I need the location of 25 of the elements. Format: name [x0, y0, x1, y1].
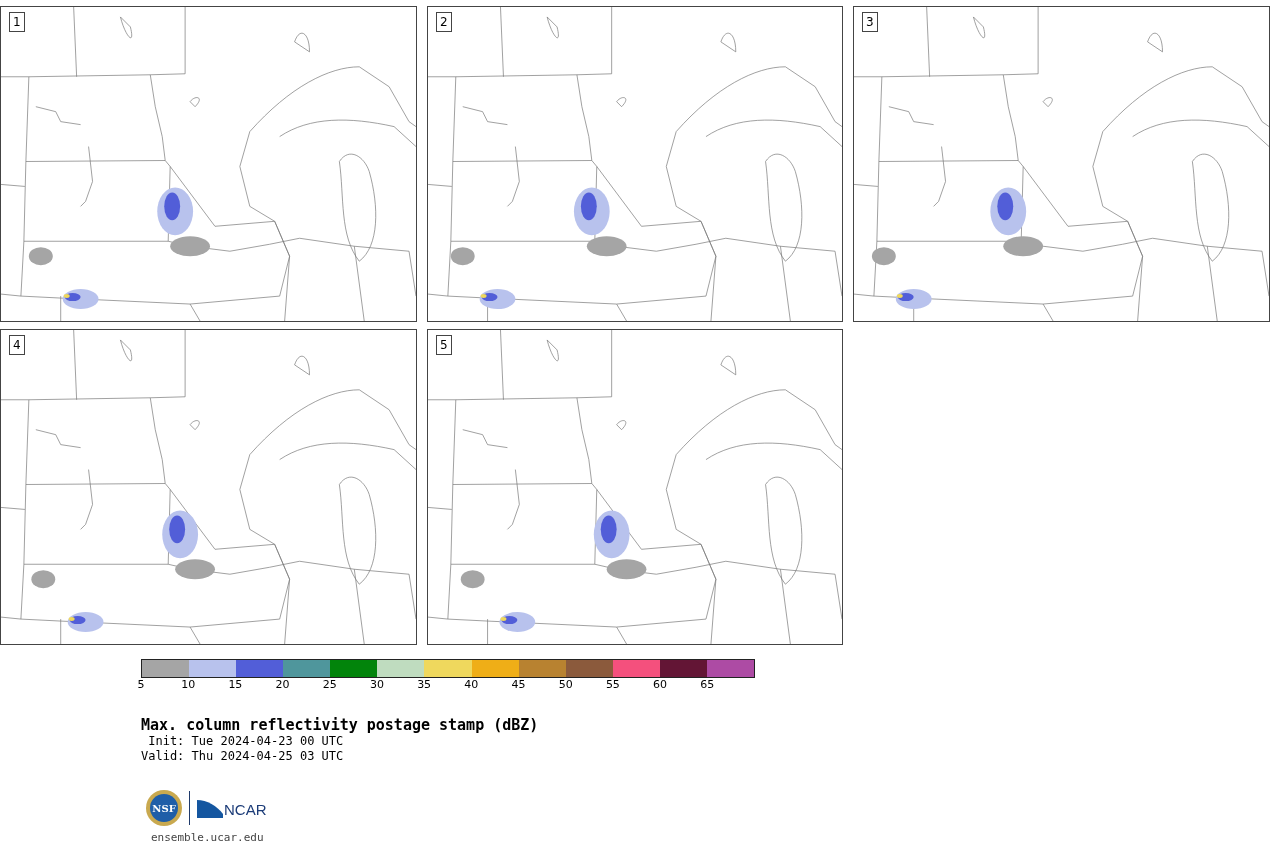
panel-number: 3	[862, 12, 878, 32]
scale-tick-label: 30	[368, 678, 385, 692]
valid-time: Valid: Thu 2024-04-25 03 UTC	[141, 749, 344, 764]
panel-number: 4	[9, 335, 25, 355]
scale-tick-label: 35	[416, 678, 433, 692]
init-time: Init: Tue 2024-04-23 00 UTC	[147, 734, 344, 749]
logo-text: NCAR	[224, 802, 267, 818]
scale-tick-label: 5	[136, 678, 146, 692]
scale-tick-label: 50	[557, 678, 574, 692]
scale-tick-label: 15	[227, 678, 244, 692]
panel-number: 2	[436, 12, 452, 32]
chart-title: Max. column reflectivity postage stamp (dBZ)	[141, 716, 539, 734]
scale-tick-label: 60	[652, 678, 669, 692]
panel-number: 5	[436, 335, 452, 355]
scale-tick-label: 65	[699, 678, 716, 692]
panel-number: 1	[9, 12, 25, 32]
scale-tick-label: 55	[604, 678, 621, 692]
scale-tick-label: 40	[463, 678, 480, 692]
arc-logo-icon	[197, 798, 223, 818]
scale-tick-label: 10	[180, 678, 197, 692]
scale-tick-label: 25	[321, 678, 338, 692]
logo-text: NSF	[152, 801, 176, 816]
scale-tick-label: 45	[510, 678, 527, 692]
scale-tick-label: 20	[274, 678, 291, 692]
website-url: ensemble.ucar.edu	[151, 830, 265, 844]
